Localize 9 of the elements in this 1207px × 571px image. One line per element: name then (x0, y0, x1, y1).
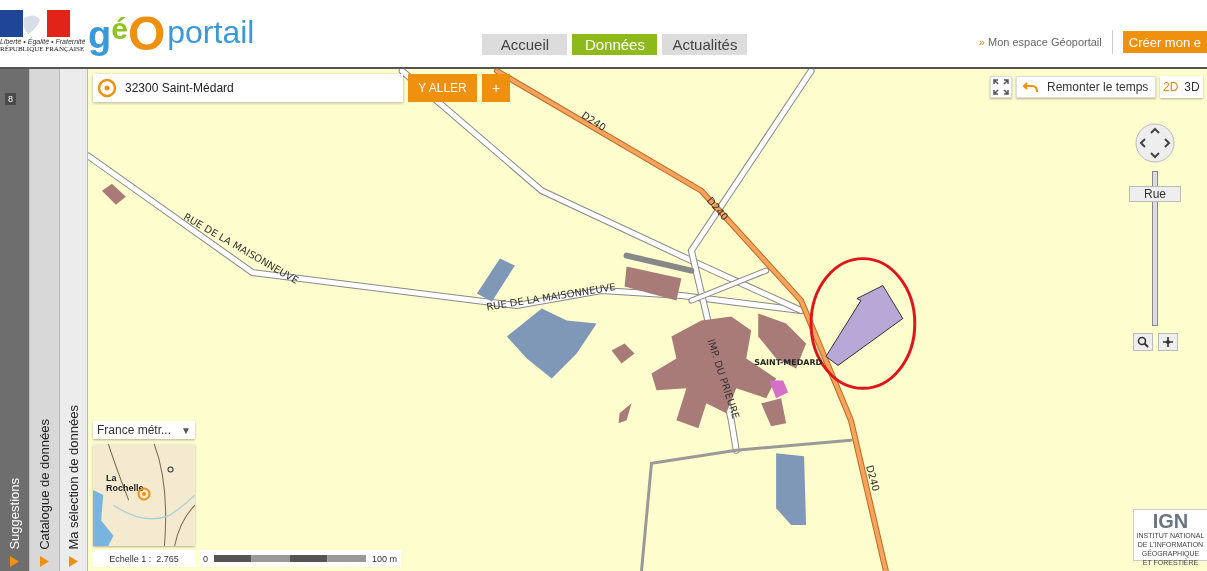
minimap-place-label: La Rochelle (106, 473, 145, 494)
panel-label: Suggestions (7, 478, 22, 550)
counter-badge: 8 (5, 93, 16, 105)
panel-label: Ma sélection de données (66, 405, 81, 550)
scale-start: 0 (203, 553, 208, 564)
scale-ratio: Echelle 1 : 2.765 (93, 550, 195, 567)
scale-end: 100 m (372, 553, 397, 564)
map-label: D240 (864, 463, 882, 493)
panel-label: Catalogue de données (37, 419, 52, 550)
